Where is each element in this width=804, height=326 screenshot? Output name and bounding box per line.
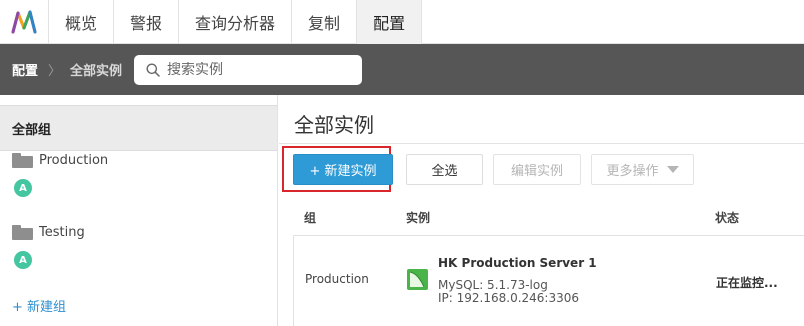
instance-version: MySQL: 5.1.73-log: [438, 278, 548, 292]
main-content: 全部实例 + 新建实例 全选 编辑实例 更多操作 组 实例 状态 Product…: [279, 95, 804, 326]
more-actions-label: 更多操作: [606, 164, 659, 179]
group-name: Production: [39, 153, 109, 168]
group-testing: Testing A: [12, 225, 85, 269]
search-box[interactable]: [134, 54, 363, 85]
column-header-status[interactable]: 状态: [715, 209, 739, 226]
select-all-button[interactable]: 全选: [406, 154, 483, 185]
mysql-db-icon: [407, 269, 428, 290]
instance-name[interactable]: HK Production Server 1: [438, 256, 597, 270]
group-header[interactable]: Testing: [12, 225, 85, 240]
tab-alerts[interactable]: 警报: [114, 0, 180, 44]
folder-icon: [12, 153, 33, 168]
tab-query-analyzer[interactable]: 查询分析器: [179, 0, 293, 44]
breadcrumb-configuration[interactable]: 配置: [12, 60, 38, 79]
tab-overview[interactable]: 概览: [49, 0, 115, 44]
new-group-link[interactable]: + 新建组: [12, 296, 66, 315]
column-header-group[interactable]: 组: [304, 209, 316, 226]
new-instance-button[interactable]: + 新建实例: [293, 154, 393, 185]
sidebar: 全部组 Production A Testing A + 新建组: [0, 95, 278, 326]
avatar[interactable]: A: [14, 179, 32, 197]
chevron-down-icon: [666, 166, 679, 173]
breadcrumb-current: 全部实例: [70, 64, 123, 79]
tab-replication[interactable]: 复制: [292, 0, 358, 44]
row-group: Production: [305, 272, 369, 286]
group-header[interactable]: Production: [12, 153, 108, 168]
tab-configuration[interactable]: 配置: [357, 0, 423, 44]
divider: [279, 143, 804, 144]
folder-icon: [12, 225, 33, 240]
page-title: 全部实例: [294, 113, 374, 137]
instance-ip: IP: 192.168.0.246:3306: [438, 291, 580, 305]
search-input[interactable]: [167, 61, 358, 78]
avatar[interactable]: A: [14, 251, 32, 269]
breadcrumb-separator: 〉: [48, 64, 62, 79]
search-icon: [146, 63, 160, 77]
instance-status: 正在监控...: [716, 276, 778, 290]
sidebar-item-all-groups[interactable]: 全部组: [0, 105, 277, 151]
app-logo-icon[interactable]: [0, 0, 49, 44]
group-name: Testing: [39, 225, 85, 240]
more-actions-button[interactable]: 更多操作: [591, 154, 694, 185]
column-header-instance[interactable]: 实例: [406, 209, 430, 226]
edit-instance-button[interactable]: 编辑实例: [493, 154, 581, 185]
table-row[interactable]: Production HK Production Server 1 MySQL:…: [293, 236, 804, 326]
breadcrumb-bar: 配置 〉 全部实例: [0, 44, 804, 95]
top-nav: 概览 警报 查询分析器 复制 配置: [0, 0, 804, 44]
group-production: Production A: [12, 153, 108, 197]
